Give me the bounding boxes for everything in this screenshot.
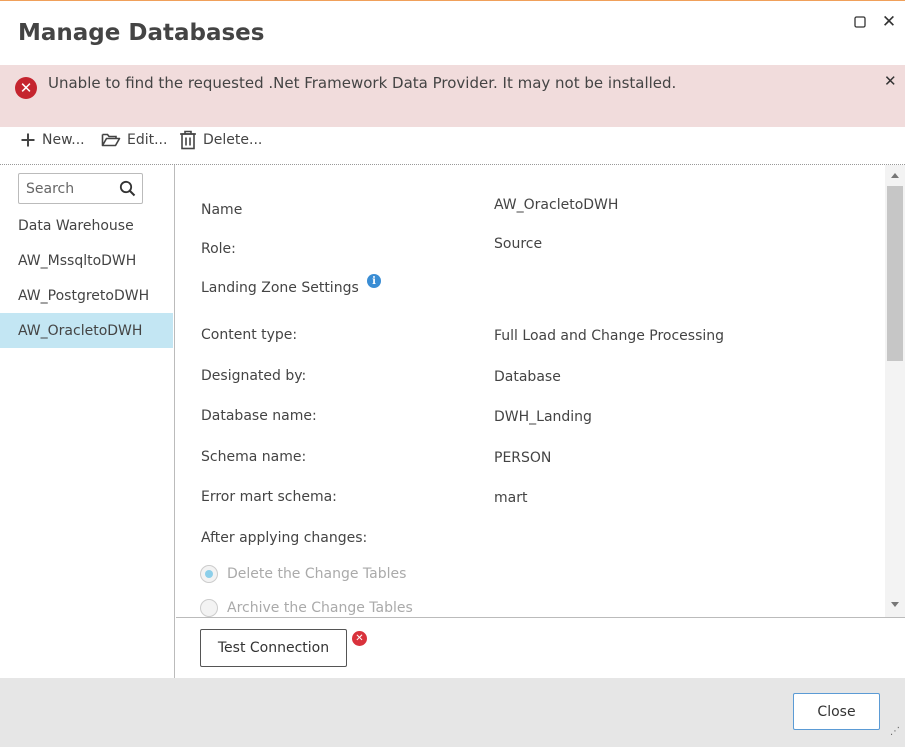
database-name-label: Database name: [201, 408, 317, 424]
new-label: New... [42, 132, 85, 148]
sidebar-item-aw-oracletodwh[interactable]: AW_OracletoDWH [0, 313, 173, 348]
database-sidebar: Data Warehouse AW_MssqltoDWH AW_Postgret… [0, 165, 175, 678]
manage-databases-dialog: Manage Databases ✕ ✕ Unable to find the … [0, 0, 905, 747]
designated-by-value: Database [494, 369, 561, 385]
error-mart-schema-value: mart [494, 490, 528, 506]
search-input[interactable] [26, 179, 114, 199]
radio-label-delete: Delete the Change Tables [227, 566, 407, 582]
info-icon[interactable]: i [367, 274, 381, 288]
test-connection-button[interactable]: Test Connection [200, 629, 347, 667]
sidebar-item-aw-postgretodwh[interactable]: AW_PostgretoDWH [0, 278, 173, 313]
delete-button[interactable]: Delete... [179, 127, 262, 153]
close-icon[interactable]: ✕ [880, 12, 898, 32]
name-label: Name [201, 202, 243, 218]
radio-archive-change-tables[interactable]: Archive the Change Tables [200, 599, 413, 617]
maximize-icon[interactable] [851, 13, 869, 31]
radio-button[interactable] [200, 599, 218, 617]
plus-icon [21, 133, 35, 147]
scroll-thumb[interactable] [887, 186, 903, 361]
radio-button-checked[interactable] [200, 565, 218, 583]
content-type-label: Content type: [201, 327, 298, 343]
connection-area: Test Connection ✕ [176, 617, 905, 678]
scroll-down-arrow-icon[interactable] [891, 602, 899, 607]
edit-label: Edit... [127, 132, 168, 148]
radio-delete-change-tables[interactable]: Delete the Change Tables [200, 565, 406, 583]
schema-name-value: PERSON [494, 450, 552, 466]
folder-open-icon [101, 133, 121, 147]
error-message: Unable to find the requested .Net Framew… [48, 74, 677, 92]
radio-label-archive: Archive the Change Tables [227, 600, 413, 616]
new-button[interactable]: New... [20, 127, 85, 153]
search-box [18, 173, 143, 204]
dialog-title: Manage Databases [18, 20, 265, 46]
close-button[interactable]: Close [793, 693, 880, 730]
landing-zone-settings-label: Landing Zone Settings [201, 280, 359, 296]
trash-icon [180, 130, 196, 150]
role-value: Source [494, 236, 543, 252]
error-mart-schema-label: Error mart schema: [201, 489, 337, 505]
dialog-footer: Close ⋰ [0, 678, 905, 747]
database-details-panel: Name AW_OracletoDWH Role: Source Landing… [176, 165, 885, 617]
details-scrollbar[interactable] [885, 165, 905, 617]
dismiss-error-icon[interactable]: ✕ [884, 72, 897, 90]
error-status-icon: ✕ [352, 631, 367, 646]
content-type-value: Full Load and Change Processing [494, 328, 725, 344]
scroll-up-arrow-icon[interactable] [891, 173, 899, 178]
designated-by-label: Designated by: [201, 368, 307, 384]
toolbar: New... Edit... Delete... [0, 127, 905, 165]
search-icon[interactable] [119, 180, 136, 197]
error-banner: ✕ Unable to find the requested .Net Fram… [0, 65, 905, 127]
role-label: Role: [201, 241, 236, 257]
resize-grip-icon[interactable]: ⋰ [890, 726, 900, 737]
sidebar-item-aw-mssqltodwh[interactable]: AW_MssqltoDWH [0, 243, 173, 278]
sidebar-item-data-warehouse[interactable]: Data Warehouse [0, 208, 173, 243]
database-name-value: DWH_Landing [494, 409, 592, 425]
edit-button[interactable]: Edit... [101, 127, 167, 153]
name-value: AW_OracletoDWH [494, 197, 619, 213]
delete-label: Delete... [203, 132, 263, 148]
after-applying-changes-label: After applying changes: [201, 530, 368, 546]
error-icon: ✕ [15, 77, 37, 99]
schema-name-label: Schema name: [201, 449, 307, 465]
